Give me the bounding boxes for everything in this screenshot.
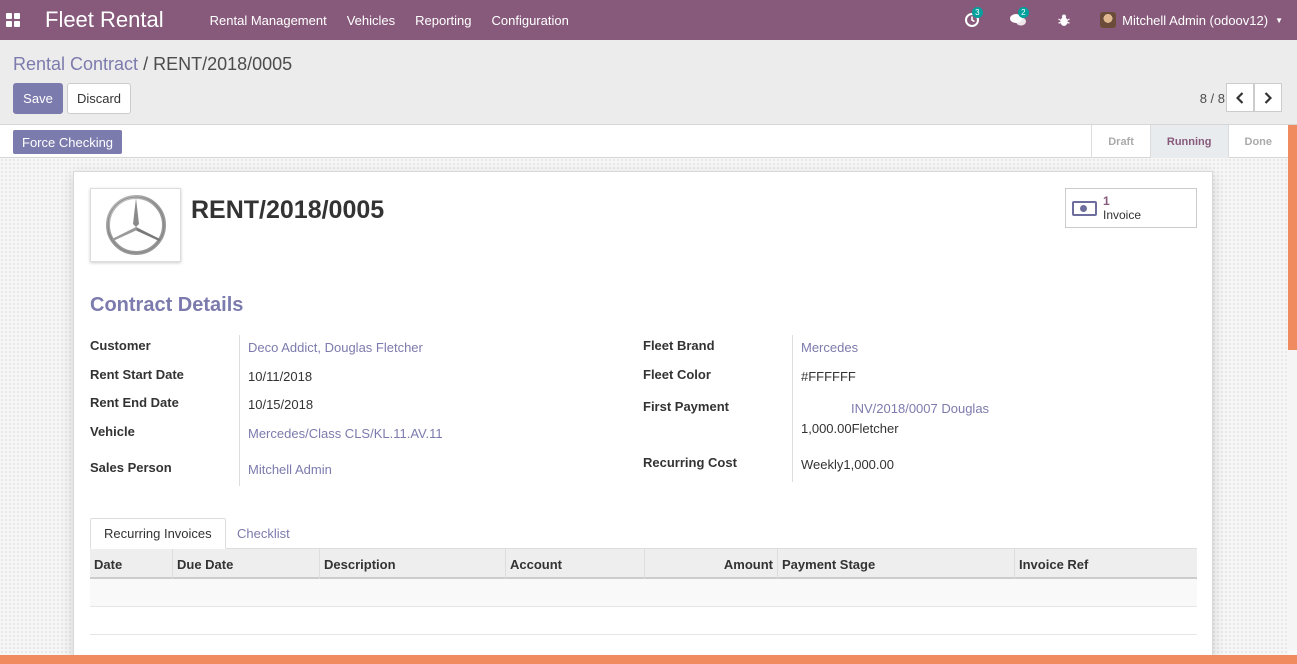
debug-bug-icon[interactable] xyxy=(1054,10,1074,30)
user-menu[interactable]: Mitchell Admin (odoov12) ▼ xyxy=(1100,12,1283,28)
vertical-scrollbar[interactable] xyxy=(1288,125,1297,650)
recurring-cost-label: Recurring Cost xyxy=(643,455,737,470)
stage-done[interactable]: Done xyxy=(1227,125,1289,158)
section-title: Contract Details xyxy=(90,294,244,316)
tab-recurring-invoices[interactable]: Recurring Invoices xyxy=(90,518,226,549)
stage-running[interactable]: Running xyxy=(1149,125,1228,158)
vehicle-value[interactable]: Mercedes/Class CLS/KL.11.AV.11 xyxy=(248,426,443,441)
breadcrumb-current: RENT/2018/0005 xyxy=(153,54,293,74)
column-account[interactable]: Account xyxy=(506,549,645,579)
vehicle-brand-logo xyxy=(90,188,181,262)
pager-next-button[interactable] xyxy=(1254,83,1282,112)
customer-label: Customer xyxy=(90,338,151,353)
table-header: Date Due Date Description Account Amount… xyxy=(90,549,1197,579)
invoice-label: Invoice xyxy=(1103,208,1142,222)
pager-value[interactable]: 8 / 8 xyxy=(1200,91,1225,106)
top-navbar: Fleet Rental Rental Management Vehicles … xyxy=(0,0,1297,40)
save-button[interactable]: Save xyxy=(13,83,63,114)
notebook-tabs: Recurring Invoices Checklist xyxy=(90,518,1197,549)
left-group-divider xyxy=(239,335,240,486)
vehicle-label: Vehicle xyxy=(90,424,135,439)
horizontal-scrollbar[interactable] xyxy=(0,655,1297,664)
pager-previous-button[interactable] xyxy=(1226,83,1254,112)
column-due-date[interactable]: Due Date xyxy=(173,549,320,579)
invoice-count: 1 xyxy=(1103,194,1110,208)
menu-vehicles[interactable]: Vehicles xyxy=(347,13,395,28)
tab-checklist[interactable]: Checklist xyxy=(224,518,303,549)
stage-pipeline: Draft Running Done xyxy=(1091,125,1288,158)
column-description[interactable]: Description xyxy=(320,549,506,579)
chevron-left-icon xyxy=(1236,91,1244,104)
user-avatar xyxy=(1100,12,1117,28)
breadcrumb: Rental Contract / RENT/2018/0005 xyxy=(13,54,292,75)
fleet-color-value: #FFFFFF xyxy=(801,369,856,384)
record-title: RENT/2018/0005 xyxy=(191,196,385,224)
form-sheet: RENT/2018/0005 1 Invoice Contract Detail… xyxy=(73,171,1213,664)
sales-person-label: Sales Person xyxy=(90,460,172,475)
column-amount[interactable]: Amount xyxy=(645,549,778,579)
column-date[interactable]: Date xyxy=(90,549,173,579)
control-panel: Rental Contract / RENT/2018/0005 Save Di… xyxy=(0,40,1297,125)
app-brand[interactable]: Fleet Rental xyxy=(45,7,164,33)
first-payment-amount: 1,000.00Fletcher xyxy=(801,421,899,436)
fleet-brand-label: Fleet Brand xyxy=(643,338,715,353)
breadcrumb-separator: / xyxy=(143,54,149,74)
first-payment-label: First Payment xyxy=(643,399,729,414)
table-row xyxy=(90,607,1197,635)
status-bar: Force Checking Draft Running Done xyxy=(0,125,1288,158)
messages-icon[interactable]: 2 xyxy=(1008,7,1029,30)
rent-start-date-value: 10/11/2018 xyxy=(248,369,313,384)
mercedes-logo-icon xyxy=(105,195,166,255)
right-group-divider xyxy=(792,335,793,482)
apps-menu-icon[interactable] xyxy=(6,13,20,27)
rent-end-date-label: Rent End Date xyxy=(90,395,179,410)
activity-clock-icon[interactable]: 3 xyxy=(962,7,983,30)
column-payment-stage[interactable]: Payment Stage xyxy=(778,549,1015,579)
menu-reporting[interactable]: Reporting xyxy=(415,13,471,28)
fleet-brand-value[interactable]: Mercedes xyxy=(801,340,858,355)
breadcrumb-parent-link[interactable]: Rental Contract xyxy=(13,54,138,74)
column-invoice-ref[interactable]: Invoice Ref xyxy=(1015,549,1197,579)
rent-start-date-label: Rent Start Date xyxy=(90,367,184,382)
menu-configuration[interactable]: Configuration xyxy=(492,13,569,28)
sales-person-value[interactable]: Mitchell Admin xyxy=(248,462,332,477)
first-payment-invoice[interactable]: INV/2018/0007 Douglas xyxy=(851,401,989,416)
activity-count-badge: 3 xyxy=(972,7,983,18)
recurring-cost-value: Weekly1,000.00 xyxy=(801,457,894,472)
chevron-down-icon: ▼ xyxy=(1275,15,1283,25)
money-bill-icon xyxy=(1072,200,1097,216)
menu-rental-management[interactable]: Rental Management xyxy=(210,13,327,28)
user-name: Mitchell Admin (odoov12) xyxy=(1122,12,1269,28)
discard-button[interactable]: Discard xyxy=(67,83,131,114)
table-row xyxy=(90,579,1197,607)
rent-end-date-value: 10/15/2018 xyxy=(248,397,314,412)
messages-count-badge: 2 xyxy=(1018,7,1029,18)
stage-draft[interactable]: Draft xyxy=(1091,125,1150,158)
invoice-smart-button[interactable]: 1 Invoice xyxy=(1065,188,1197,228)
chevron-right-icon xyxy=(1264,91,1272,104)
fleet-color-label: Fleet Color xyxy=(643,367,711,382)
force-checking-button[interactable]: Force Checking xyxy=(13,130,123,154)
recurring-invoices-table: Date Due Date Description Account Amount… xyxy=(90,549,1197,635)
scrollbar-thumb[interactable] xyxy=(1288,125,1297,350)
customer-value[interactable]: Deco Addict, Douglas Fletcher xyxy=(248,340,423,355)
